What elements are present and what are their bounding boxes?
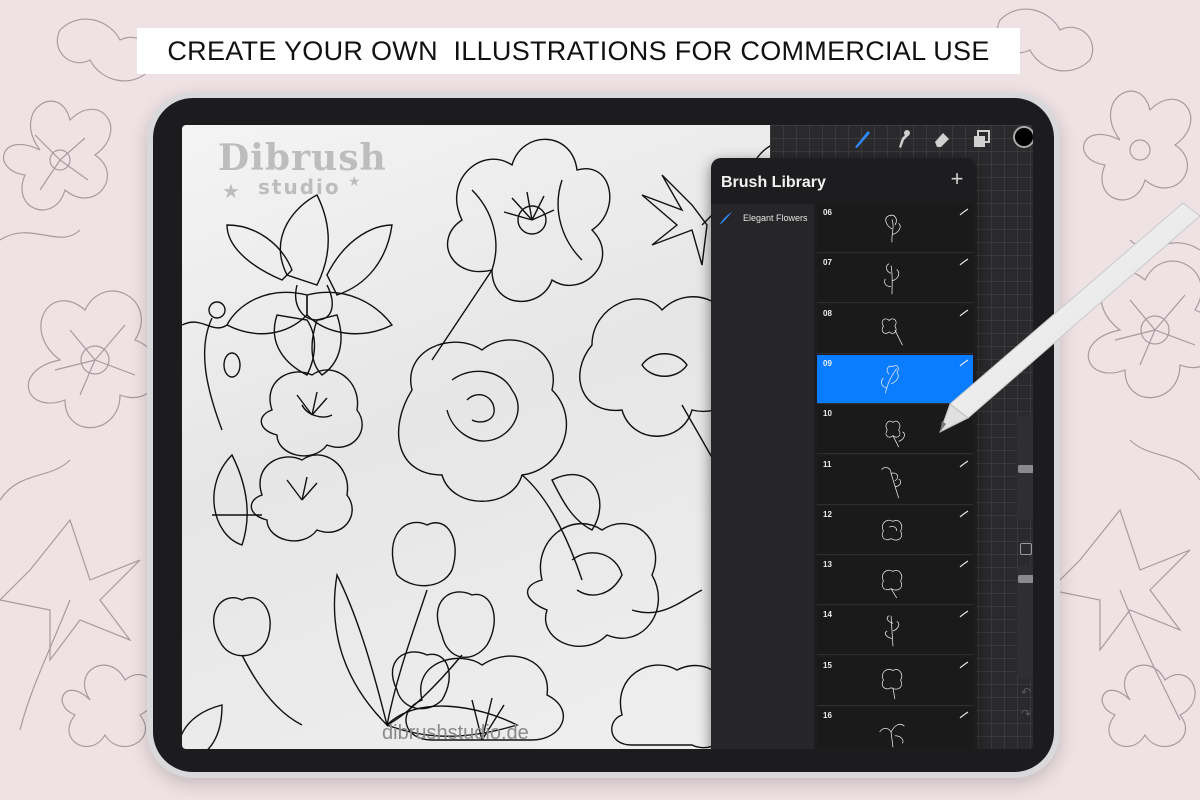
brand-subtitle: studio [258, 175, 341, 199]
brush-stroke-preview [881, 519, 903, 541]
brush-stroke-preview [881, 364, 899, 394]
brush-set-label: Elegant Flowers [743, 213, 808, 223]
brush-item-11[interactable]: 11 [817, 455, 973, 505]
layers-icon[interactable] [971, 128, 993, 150]
brush-edit-icon [959, 208, 969, 216]
brush-number: 15 [823, 660, 832, 670]
color-picker-swatch[interactable] [1013, 126, 1033, 148]
brush-edit-icon [959, 460, 969, 467]
tool-bar [837, 125, 1033, 153]
brush-edit-icon [959, 510, 969, 518]
brush-item-13[interactable]: 13 [817, 556, 973, 606]
site-url-watermark: dibrushstudio.de [382, 722, 529, 744]
opacity-thumb[interactable] [1018, 575, 1033, 583]
headline-banner: CREATE YOUR OWN ILLUSTRATIONS FOR COMMER… [137, 28, 1020, 74]
brush-item-07[interactable]: 07 [817, 254, 973, 304]
brush-stroke-preview [879, 723, 905, 748]
undo-icon[interactable]: ↶ [1019, 685, 1033, 699]
redo-icon[interactable]: ↷ [1019, 707, 1033, 721]
brush-number: 11 [823, 459, 832, 469]
brush-item-09[interactable]: 09 [817, 354, 973, 404]
brand-name: Dibrush [218, 137, 387, 179]
modify-button[interactable] [1020, 543, 1032, 555]
brush-stroke-preview [885, 420, 905, 448]
brush-number: 08 [823, 308, 832, 318]
brush-stroke-preview [881, 668, 903, 699]
brush-item-16[interactable]: 16 [817, 707, 973, 749]
brush-edit-icon [959, 560, 969, 568]
brush-stroke-preview [881, 569, 903, 599]
brush-stroke-icon [720, 212, 732, 224]
brush-library-panel: Brush Library + Elegant Flowers 06 07 08 09… [711, 158, 976, 749]
brush-list: 06 07 08 09 10 11 12 13 14 15 16 [815, 204, 975, 749]
brush-item-10[interactable]: 10 [817, 405, 973, 455]
brush-edit-icon [959, 661, 969, 669]
brush-number: 09 [823, 358, 832, 368]
brush-number: 12 [823, 509, 832, 519]
star-icon: ★ [222, 181, 240, 203]
panel-title: Brush Library [721, 174, 826, 191]
brush-number: 14 [823, 610, 832, 620]
brush-size-slider[interactable] [1017, 415, 1033, 521]
brush-set-elegant-flowers[interactable]: Elegant Flowers [711, 206, 814, 232]
brush-stroke-preview [885, 214, 901, 243]
brush-stroke-preview [884, 615, 900, 647]
brush-item-06[interactable]: 06 [817, 204, 973, 253]
brush-edit-icon [959, 610, 969, 618]
brush-edit-icon [959, 711, 969, 719]
app-screen: Dibrush ★ studio ★ dibrushstudio.de Brus… [182, 125, 1033, 749]
brush-number: 10 [823, 409, 832, 419]
brush-number: 07 [823, 258, 832, 268]
flower-illustrations [182, 138, 773, 749]
add-brush-set-button[interactable]: + [947, 168, 967, 190]
brush-stroke-preview [884, 263, 900, 295]
brush-edit-icon [959, 309, 969, 317]
brush-stroke-preview [881, 466, 902, 498]
brand-watermark: Dibrush ★ studio ★ [218, 137, 386, 217]
brush-item-15[interactable]: 15 [817, 656, 973, 706]
tablet-device: Dibrush ★ studio ★ dibrushstudio.de Brus… [147, 92, 1060, 778]
eraser-icon[interactable] [931, 128, 953, 150]
smudge-icon[interactable] [891, 128, 913, 150]
tablet-bezel: Dibrush ★ studio ★ dibrushstudio.de Brus… [153, 98, 1054, 772]
brush-edit-icon [959, 359, 969, 367]
brush-number: 13 [823, 560, 832, 570]
brush-item-12[interactable]: 12 [817, 505, 973, 555]
brush-icon[interactable] [851, 128, 873, 150]
brush-item-14[interactable]: 14 [817, 606, 973, 656]
brush-set-list: Elegant Flowers [711, 204, 814, 749]
brush-stroke-preview [881, 318, 903, 345]
brush-edit-icon [959, 258, 969, 266]
opacity-slider[interactable] [1017, 565, 1033, 679]
brush-item-08[interactable]: 08 [817, 304, 973, 354]
brush-size-thumb[interactable] [1018, 465, 1033, 473]
star-icon: ★ [348, 173, 361, 189]
brush-number: 06 [823, 208, 832, 217]
sidebar-controls: ↶ ↷ [1017, 415, 1033, 721]
brush-number: 16 [823, 711, 832, 720]
brush-edit-icon [959, 409, 969, 417]
